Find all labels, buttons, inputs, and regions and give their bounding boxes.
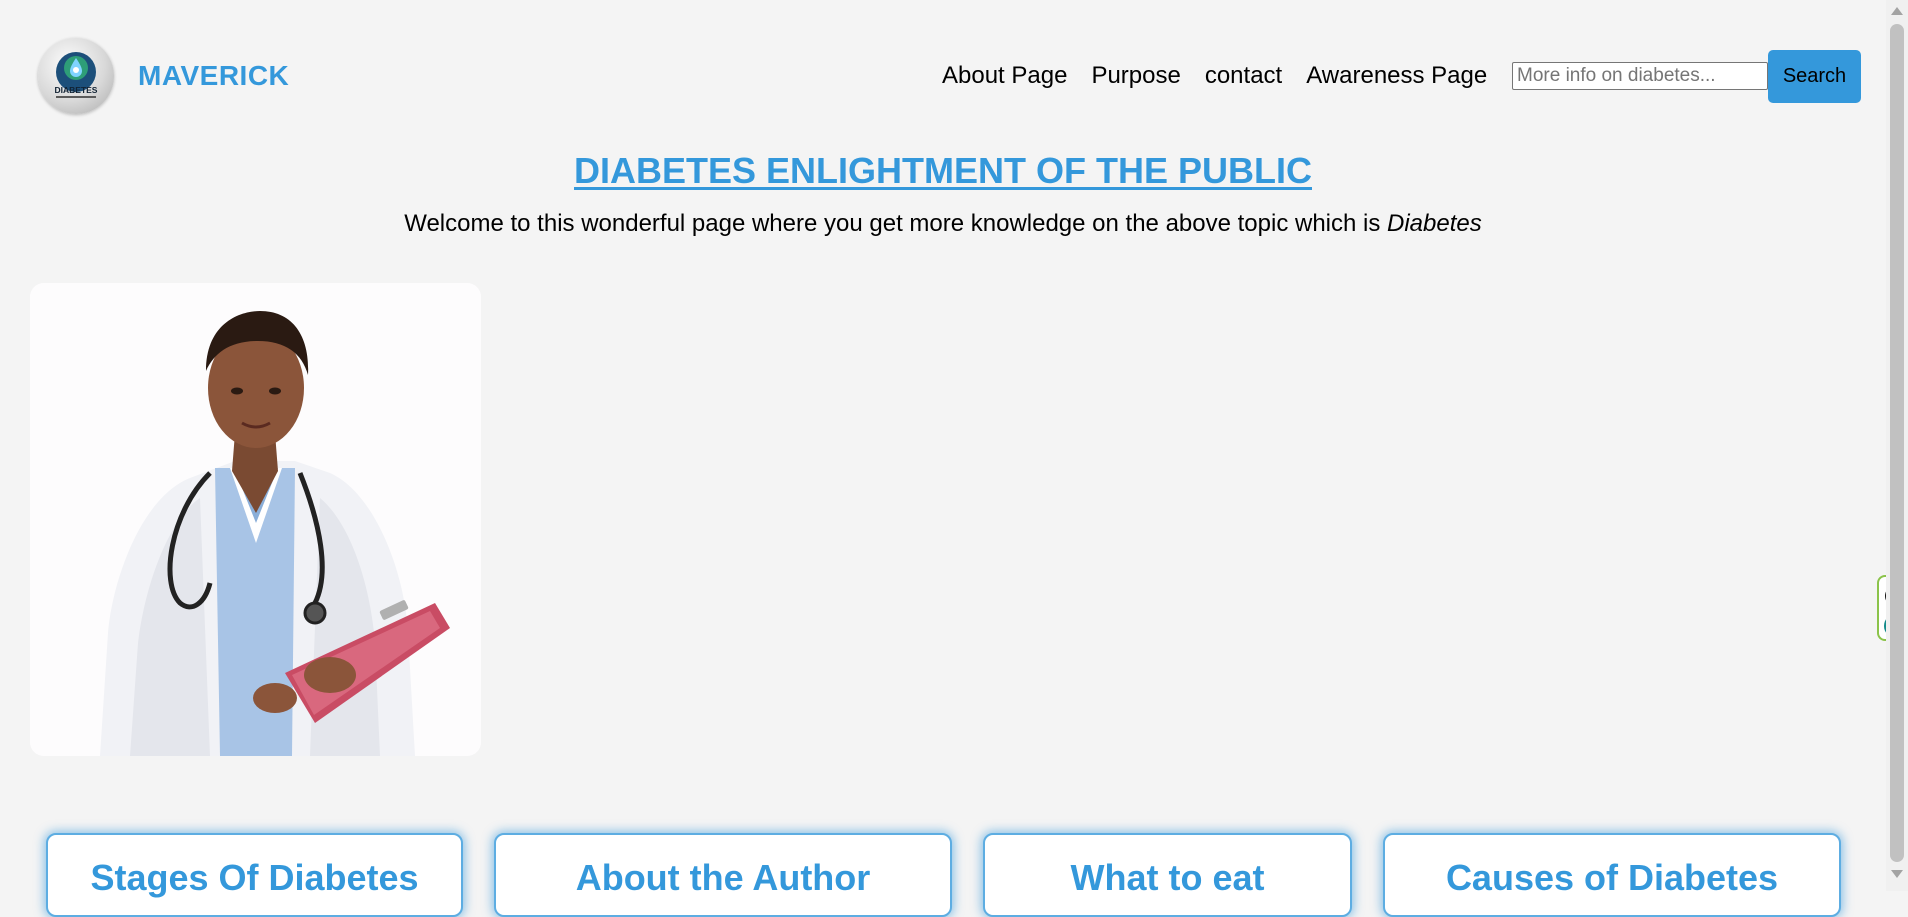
scroll-down-arrow-icon[interactable] [1891, 870, 1903, 878]
nav-about-page[interactable]: About Page [942, 62, 1067, 90]
scroll-thumb[interactable] [1890, 24, 1904, 862]
card-about-the-author[interactable]: About the Author [494, 833, 952, 917]
card-title: Stages Of Diabetes [90, 857, 419, 898]
doctor-illustration [30, 283, 481, 756]
subtitle-text: Welcome to this wonderful page where you… [404, 210, 1388, 237]
subtitle-emphasis: Diabetes [1387, 210, 1482, 237]
card-causes-of-diabetes[interactable]: Causes of Diabetes [1383, 833, 1841, 917]
card-title: Causes of Diabetes [1445, 857, 1779, 898]
nav-purpose[interactable]: Purpose [1091, 62, 1180, 90]
page-title[interactable]: DIABETES ENLIGHTMENT OF THE PUBLIC [0, 150, 1886, 192]
card-what-to-eat[interactable]: What to eat [983, 833, 1352, 917]
diabetes-logo-icon[interactable]: DIABETES [38, 38, 114, 114]
brand-name[interactable]: MAVERICK [138, 60, 289, 92]
main-nav: About Page Purpose contact Awareness Pag… [942, 62, 1487, 90]
page-subtitle: Welcome to this wonderful page where you… [0, 210, 1886, 238]
logo-text: DIABETES [55, 85, 98, 95]
nav-contact[interactable]: contact [1205, 62, 1282, 90]
site-header: DIABETES MAVERICK About Page Purpose con… [0, 0, 1886, 150]
doctor-photo [30, 283, 481, 756]
vertical-scrollbar[interactable] [1886, 0, 1908, 891]
scroll-up-arrow-icon[interactable] [1891, 7, 1903, 15]
card-title: What to eat [1070, 857, 1265, 898]
card-stages-of-diabetes[interactable]: Stages Of Diabetes [46, 833, 463, 917]
nav-awareness-page[interactable]: Awareness Page [1306, 62, 1487, 90]
card-title: About the Author [575, 857, 871, 898]
search-input[interactable] [1512, 62, 1768, 90]
search-button[interactable]: Search [1768, 50, 1861, 103]
